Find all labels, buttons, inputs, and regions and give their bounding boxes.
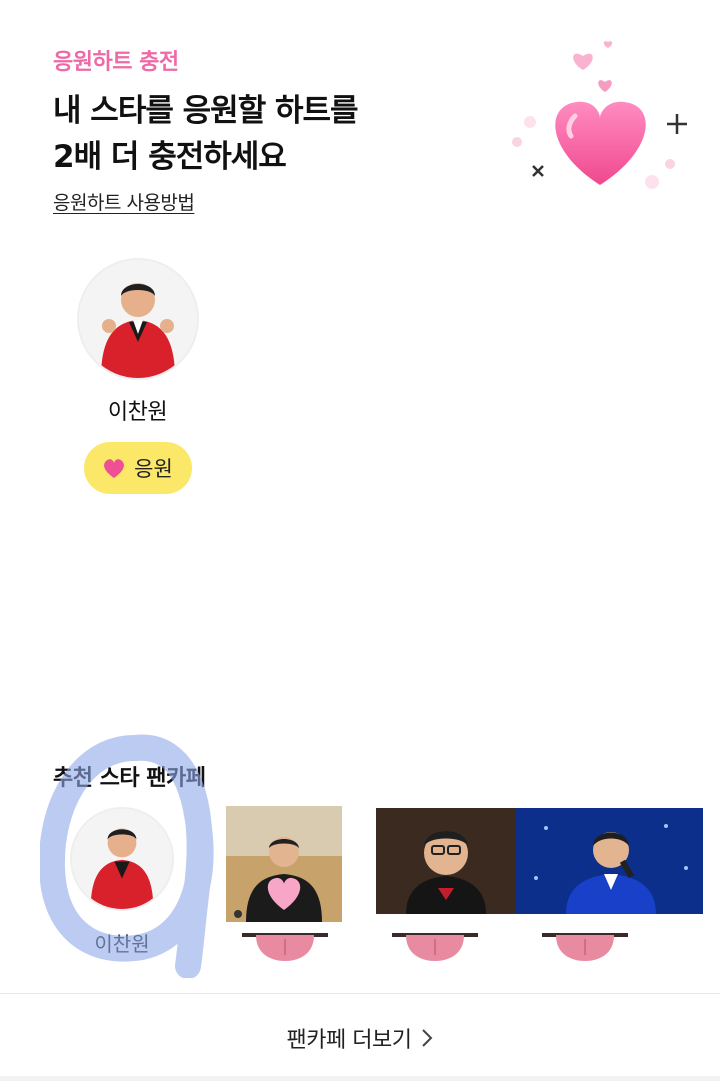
my-star-card[interactable]: 이찬원 응원 [70, 258, 205, 494]
concert-photo-icon [516, 808, 703, 914]
chevron-right-icon [422, 1029, 433, 1047]
star-name: 이찬원 [107, 400, 168, 425]
star-avatar-icon [78, 260, 197, 378]
hero-headline-line2: 2배 더 충전하세요 [53, 139, 287, 175]
star-avatar[interactable] [76, 258, 199, 380]
sticker-decoration-icon [392, 933, 478, 961]
recommended-star-list: 이찬원 [0, 800, 720, 970]
stage-photo-icon [376, 808, 516, 914]
fancafe-more-button[interactable]: 팬카페 더보기 [0, 1000, 720, 1076]
footer-divider [0, 993, 720, 994]
cheer-button-label: 응원 [134, 457, 173, 481]
stage-photo-thumbnail[interactable] [376, 808, 516, 914]
hero-eyebrow: 응원하트 충전 [53, 50, 179, 75]
fan-photo-thumbnail[interactable] [226, 806, 342, 922]
cheer-button[interactable]: 응원 [83, 442, 192, 494]
heart-icon [104, 458, 125, 478]
star-avatar-icon [72, 809, 172, 909]
hero-banner: 응원하트 충전 내 스타를 응원할 하트를 2배 더 충전하세요 응원하트 사용… [0, 0, 720, 240]
sticker-decoration-icon [242, 933, 328, 961]
fancafe-more-label: 팬카페 더보기 [286, 1028, 412, 1053]
fan-photo-icon [226, 806, 342, 922]
recommended-star-name: 이찬원 [94, 932, 150, 956]
how-to-use-link[interactable]: 응원하트 사용방법 [53, 188, 195, 215]
recommended-section-title: 추천 스타 팬카페 [53, 766, 206, 791]
sticker-decoration-icon [542, 933, 628, 961]
hero-headline: 내 스타를 응원할 하트를 2배 더 충전하세요 [53, 88, 359, 180]
hearts-illustration-icon [512, 41, 687, 189]
bottom-edge [0, 1076, 720, 1081]
recommended-star-avatar[interactable] [70, 807, 174, 911]
hero-headline-line1: 내 스타를 응원할 하트를 [53, 93, 359, 129]
concert-photo-thumbnail[interactable] [516, 808, 703, 914]
